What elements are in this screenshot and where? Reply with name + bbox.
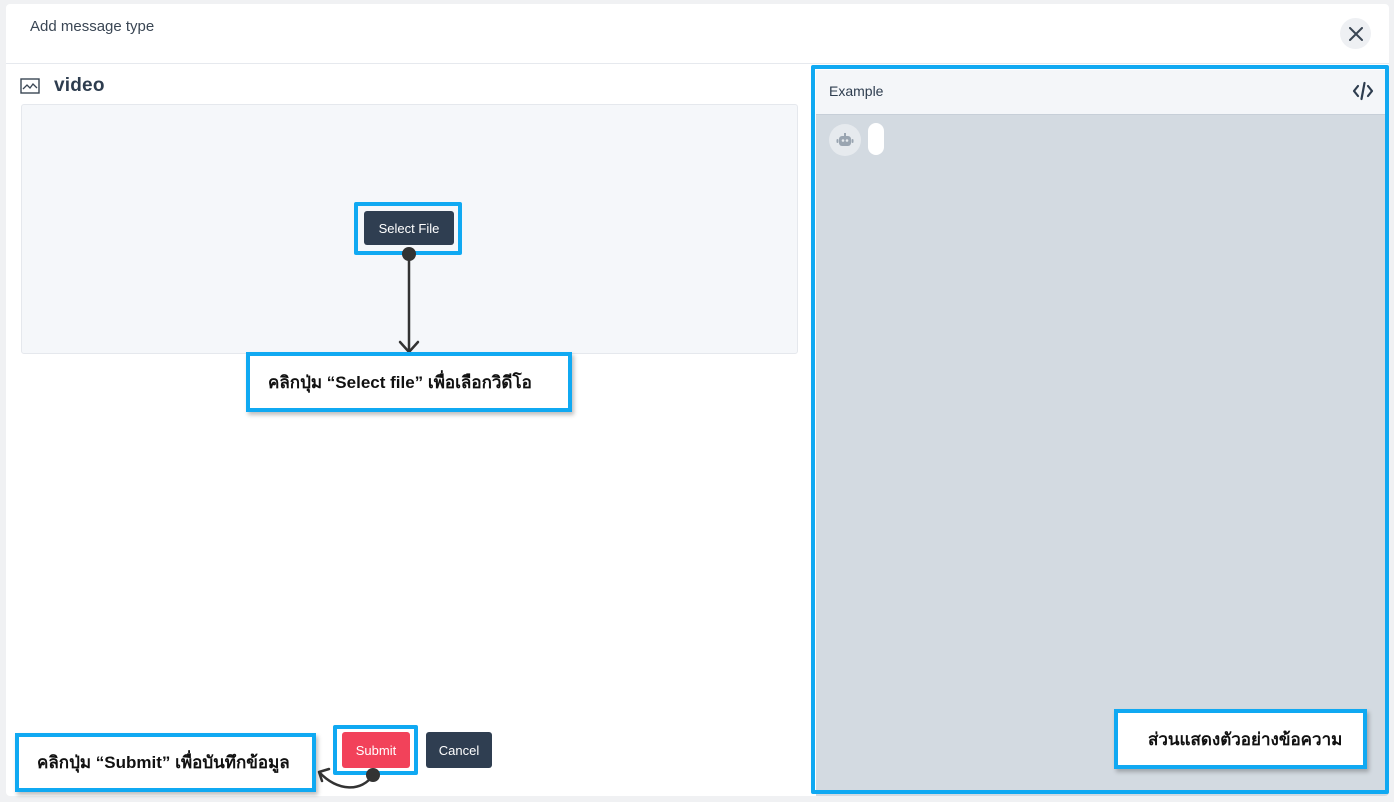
select-file-callout: คลิกปุ่ม “Select file” เพื่อเลือกวิดีโอ: [246, 352, 572, 412]
dialog-title: Add message type: [30, 18, 155, 35]
cancel-button[interactable]: Cancel: [426, 732, 492, 768]
image-icon: [20, 78, 40, 94]
close-button[interactable]: [1340, 18, 1371, 49]
select-file-highlight: [354, 202, 462, 255]
preview-highlight: [811, 65, 1389, 794]
dialog-header: Add message type: [6, 4, 1389, 64]
close-icon: [1348, 26, 1363, 41]
submit-highlight: [333, 725, 418, 775]
section-header: video: [20, 72, 105, 100]
submit-callout: คลิกปุ่ม “Submit” เพื่อบันทึกข้อมูล: [15, 733, 316, 792]
section-title: video: [54, 75, 105, 96]
preview-callout: ส่วนแสดงตัวอย่างข้อความ: [1114, 709, 1367, 769]
